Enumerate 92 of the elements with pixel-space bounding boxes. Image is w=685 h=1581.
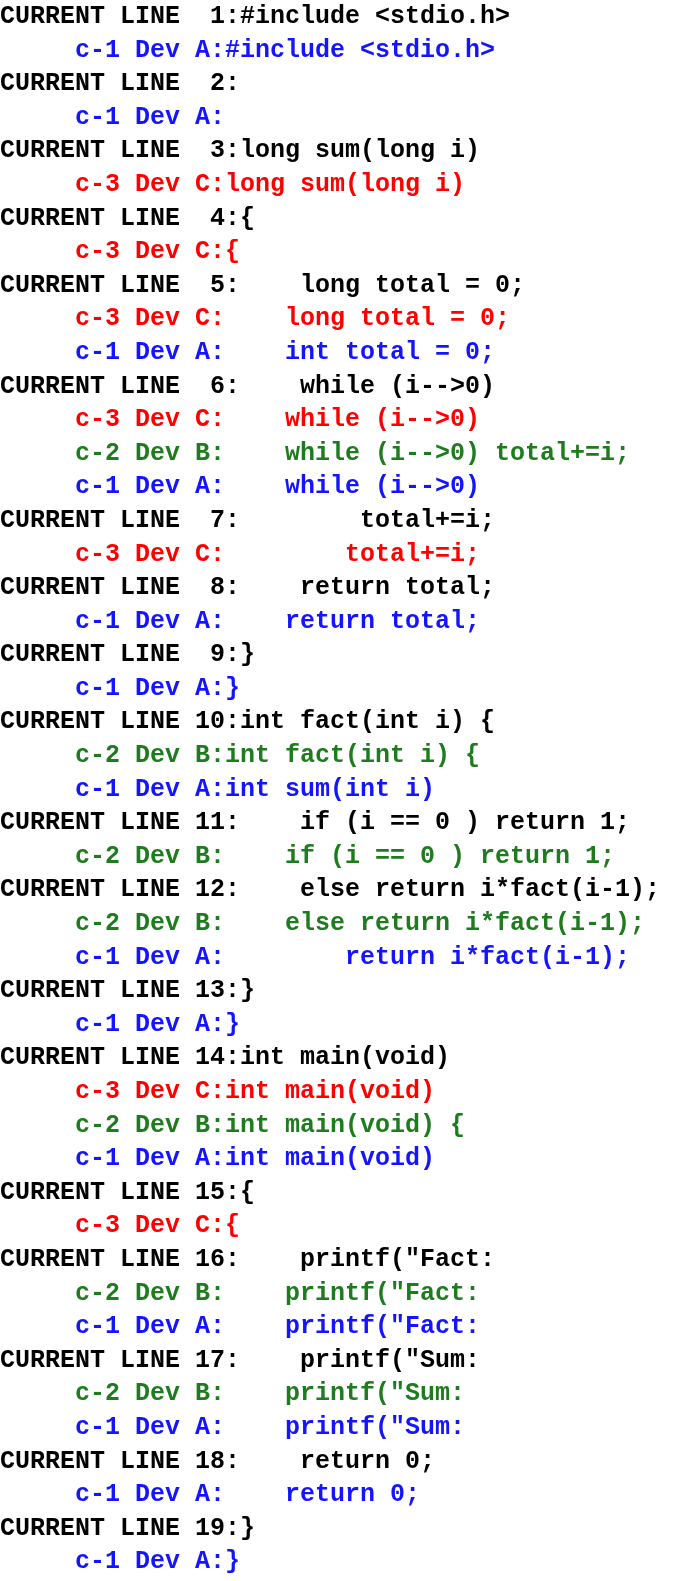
- line-label: CURRENT LINE 15:: [0, 1177, 241, 1207]
- revision-label: c-1 Dev A:: [75, 35, 226, 65]
- code-text: int sum(int i): [225, 774, 436, 804]
- code-text: printf("Fact:: [299, 1244, 496, 1274]
- line-label: CURRENT LINE 17:: [0, 1345, 241, 1375]
- code-text: else return i*fact(i-1);: [299, 875, 661, 905]
- code-text: return total;: [299, 573, 496, 603]
- revision-label: c-1 Dev A:: [75, 942, 226, 972]
- code-text: int total = 0;: [284, 337, 496, 367]
- revision-label: c-2 Dev B:: [75, 1110, 226, 1140]
- revision-label: c-1 Dev A:: [75, 1480, 226, 1510]
- revision-label: c-3 Dev C:: [75, 304, 226, 334]
- code-text: long sum(long i): [225, 169, 466, 199]
- revision-label: c-1 Dev A:: [75, 102, 226, 132]
- code-text: int main(void): [225, 1077, 436, 1106]
- code-text: printf("Sum:: [284, 1412, 466, 1442]
- revision-label: c-3 Dev C:: [75, 539, 226, 569]
- code-text: }: [240, 640, 256, 670]
- code-text: printf("Sum:: [299, 1345, 481, 1375]
- code-text: int fact(int i) {: [240, 707, 496, 737]
- line-label: CURRENT LINE 5:: [0, 270, 241, 300]
- revision-label: c-1 Dev A:: [75, 673, 226, 703]
- code-text: }: [240, 1513, 256, 1543]
- revision-label: c-1 Dev A:: [75, 1312, 226, 1342]
- revision-label: c-1 Dev A:: [75, 774, 226, 804]
- code-text: total+=i;: [344, 539, 481, 569]
- line-label: CURRENT LINE 6:: [0, 371, 241, 401]
- line-label: CURRENT LINE 18:: [0, 1446, 241, 1476]
- line-label: CURRENT LINE 11:: [0, 808, 241, 838]
- line-label: CURRENT LINE 13:: [0, 976, 241, 1006]
- code-text: if (i == 0 ) return 1;: [299, 808, 631, 838]
- code-text: int main(void) {: [225, 1110, 466, 1140]
- code-text: #include <stdio.h>: [240, 2, 511, 31]
- code-text: printf("Fact:: [284, 1312, 481, 1342]
- line-label: CURRENT LINE 8:: [0, 573, 241, 603]
- revision-label: c-3 Dev C:: [75, 1211, 226, 1241]
- code-text: printf("Sum:: [284, 1379, 466, 1409]
- code-text: {: [240, 1177, 256, 1207]
- revision-label: c-1 Dev A:: [75, 1412, 226, 1442]
- code-text: #include <stdio.h>: [225, 35, 496, 65]
- code-text: long total = 0;: [299, 270, 526, 300]
- line-label: CURRENT LINE 16:: [0, 1244, 241, 1274]
- code-text: printf("Fact:: [284, 1278, 481, 1308]
- code-text: return total;: [284, 606, 481, 636]
- code-text: total+=i;: [359, 505, 496, 535]
- code-text: else return i*fact(i-1);: [284, 909, 646, 939]
- code-text: while (i-->0): [299, 371, 496, 401]
- line-label: CURRENT LINE 14:: [0, 1043, 241, 1073]
- code-text: int main(void): [240, 1043, 451, 1073]
- revision-label: c-3 Dev C:: [75, 169, 226, 199]
- line-label: CURRENT LINE 1:: [0, 2, 241, 31]
- revision-label: c-1 Dev A:: [75, 1009, 226, 1039]
- code-text: int fact(int i) {: [225, 741, 481, 771]
- revision-label: c-2 Dev B:: [75, 438, 226, 468]
- revision-label: c-2 Dev B:: [75, 741, 226, 771]
- line-label: CURRENT LINE 19:: [0, 1513, 241, 1543]
- code-text: while (i-->0) total+=i;: [284, 438, 631, 468]
- code-text: {: [225, 1211, 241, 1241]
- line-label: CURRENT LINE 2:: [0, 69, 241, 99]
- code-text: }: [225, 1009, 241, 1039]
- code-text: {: [225, 237, 241, 267]
- revision-label: c-3 Dev C:: [75, 1077, 226, 1106]
- revision-label: c-2 Dev B:: [75, 909, 226, 939]
- code-text: long sum(long i): [240, 136, 481, 166]
- code-text: return 0;: [299, 1446, 436, 1476]
- code-text: return 0;: [284, 1480, 421, 1510]
- code-text: while (i-->0): [284, 405, 481, 435]
- code-text: {: [240, 203, 256, 233]
- code-text: }: [225, 1547, 241, 1577]
- code-text: while (i-->0): [284, 472, 481, 502]
- code-text: }: [240, 976, 256, 1006]
- revision-label: c-1 Dev A:: [75, 337, 226, 367]
- line-label: CURRENT LINE 7:: [0, 505, 241, 535]
- line-label: CURRENT LINE 9:: [0, 640, 241, 670]
- revision-label: c-1 Dev A:: [75, 606, 226, 636]
- line-label: CURRENT LINE 4:: [0, 203, 241, 233]
- code-text: long total = 0;: [284, 304, 511, 334]
- revision-label: c-3 Dev C:: [75, 237, 226, 267]
- revision-label: c-1 Dev A:: [75, 1144, 226, 1174]
- revision-label: c-1 Dev A:: [75, 1547, 226, 1577]
- line-label: CURRENT LINE 3:: [0, 136, 241, 166]
- revision-label: c-2 Dev B:: [75, 841, 226, 871]
- code-text: }: [225, 673, 241, 703]
- revision-label: c-2 Dev B:: [75, 1278, 226, 1308]
- revision-label: c-3 Dev C:: [75, 405, 226, 435]
- line-label: CURRENT LINE 12:: [0, 875, 241, 905]
- code-text: return i*fact(i-1);: [344, 942, 631, 972]
- line-label: CURRENT LINE 10:: [0, 707, 241, 737]
- code-text: int main(void): [225, 1144, 436, 1174]
- revision-label: c-2 Dev B:: [75, 1379, 226, 1409]
- revision-label: c-1 Dev A:: [75, 472, 226, 502]
- code-text: if (i == 0 ) return 1;: [284, 841, 616, 871]
